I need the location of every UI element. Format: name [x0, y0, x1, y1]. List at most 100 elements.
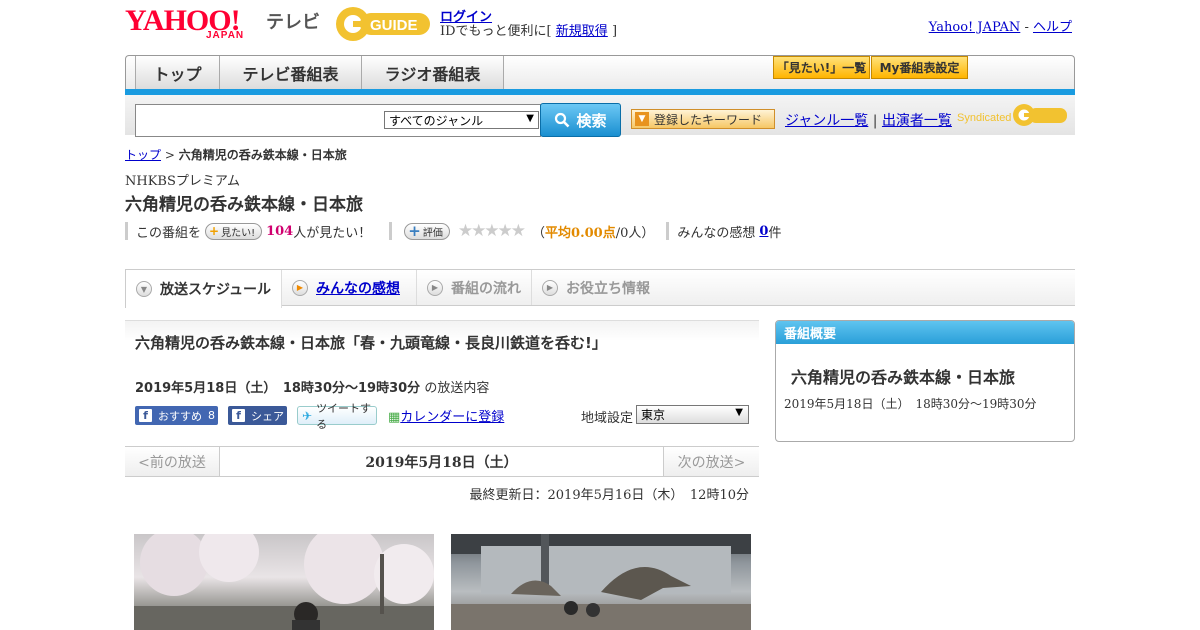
nav-tab-radio-schedule[interactable]: ラジオ番組表 [362, 56, 504, 89]
facebook-share-button[interactable]: f シェア [228, 406, 287, 425]
tweet-label: ツイートする [316, 401, 372, 431]
divider [389, 222, 393, 240]
tv-label[interactable]: テレビ [266, 8, 320, 34]
search-button[interactable]: 検索 [540, 103, 621, 137]
episode-date-time: 2019年5月18日（土） 18時30分～19時30分 [135, 381, 421, 396]
plus-icon: + [209, 224, 220, 238]
rate-label: 評価 [422, 227, 443, 239]
search-button-label: 検索 [576, 111, 607, 130]
impressions-count-link[interactable]: 0 [759, 224, 768, 239]
facebook-icon: f [139, 409, 152, 422]
tab-label: みんなの感想 [316, 280, 400, 297]
registered-keywords-button[interactable]: ▼ 登録したキーワード [631, 109, 775, 129]
want-to-watch-label: 見たい! [221, 227, 256, 239]
program-info-row: この番組を + 見たい! 104 人が見たい！ + 評価 ★★★★★ （ 平均0… [125, 221, 781, 241]
add-to-calendar-label: カレンダーに登録 [400, 410, 505, 425]
program-overview-heading: 番組概要 [776, 321, 1074, 344]
facebook-recommend-count: 8 [208, 409, 215, 422]
chevron-right-icon: ▶ [292, 279, 308, 296]
nav-tab-tv-schedule[interactable]: テレビ番組表 [220, 56, 362, 89]
program-overview-date: 2019年5月18日（土） 18時30分～19時30分 [784, 397, 1037, 411]
gguide-logo-text: GUIDE [370, 17, 418, 34]
region-label: 地域設定 [581, 411, 634, 426]
add-to-calendar-link[interactable]: ▦カレンダーに登録 [388, 406, 504, 425]
rating-stars: ★★★★★ [457, 221, 526, 241]
login-note-suffix: ] [611, 24, 618, 39]
impressions-suffix: 件 [768, 225, 782, 241]
my-schedule-button[interactable]: My番組表設定 [871, 56, 968, 79]
yahoo-japan-link[interactable]: Yahoo! JAPAN [929, 20, 1021, 35]
search-icon [555, 112, 570, 128]
breadcrumb: トップ > 六角精児の呑み鉄本線・日本旅 [125, 146, 347, 163]
program-overview-title: 六角精児の呑み鉄本線・日本旅 [791, 368, 1016, 387]
want-count-suffix: 人が見たい！ [293, 225, 372, 241]
tab-label: 番組の流れ [451, 280, 521, 297]
strip-links: ジャンル一覧 | 出演者一覧 [785, 110, 952, 130]
broadcast-date: 2019年5月18日（土） [220, 447, 663, 476]
registered-keywords-label: 登録したキーワード [654, 112, 763, 127]
login-note: IDでもっと便利に[ 新規取得 ] [440, 20, 617, 39]
tab-label: 放送スケジュール [160, 282, 272, 298]
tweet-button[interactable]: ✈ ツイートする [297, 402, 377, 431]
want-to-watch-button[interactable]: + 見たい! [205, 222, 263, 240]
signup-link[interactable]: 新規取得 [556, 24, 608, 39]
gguide-logo[interactable]: GUIDE [334, 5, 434, 43]
episode-date: 2019年5月18日（土） 18時30分～19時30分 の放送内容 [135, 377, 489, 396]
rate-button[interactable]: + 評価 [404, 222, 450, 240]
top-links: Yahoo! JAPAN - ヘルプ [929, 16, 1072, 35]
rating-open: （ [532, 225, 546, 241]
facebook-recommend-label: おすすめ [158, 409, 202, 423]
facebook-share-label: シェア [251, 409, 284, 423]
genre-select-value: すべてのジャンル [389, 113, 484, 128]
impressions-label: みんなの感想 [677, 225, 756, 241]
twitter-bird-icon: ✈ [302, 408, 313, 423]
facebook-recommend-button[interactable]: f おすすめ 8 [135, 406, 218, 425]
genre-list-link[interactable]: ジャンル一覧 [785, 113, 868, 129]
plus-icon: + [408, 222, 421, 240]
tab-broadcast-schedule[interactable]: ▼ 放送スケジュール [125, 270, 282, 308]
login-note-prefix: IDでもっと便利に[ [440, 24, 552, 39]
rating-average: 平均0.00点 [545, 225, 616, 241]
tab-useful-info[interactable]: ▶ お役立ち情報 [532, 270, 667, 305]
chevron-down-icon: ▼ [136, 281, 152, 297]
syndicated-label: Syndicated [957, 112, 1012, 124]
dropdown-arrow-icon: ▼ [635, 112, 649, 126]
region-select[interactable]: 東京 ▼ [636, 405, 749, 424]
strip-links-sep: | [872, 113, 878, 129]
performers-link[interactable]: 出演者一覧 [882, 113, 952, 129]
chevron-down-icon: ▼ [526, 113, 534, 124]
chevron-down-icon: ▼ [735, 407, 743, 418]
tab-program-flow[interactable]: ▶ 番組の流れ [417, 270, 532, 305]
chevron-right-icon: ▶ [542, 279, 558, 296]
breadcrumb-sep: > [164, 148, 175, 162]
next-broadcast-button[interactable]: 次の放送> [663, 447, 759, 476]
episode-title: 六角精児の呑み鉄本線・日本旅「春・九頭竜線・長良川鉄道を呑む!」 [135, 334, 607, 352]
this-program-label: この番組を [136, 225, 202, 241]
page-title: 六角精児の呑み鉄本線・日本旅 [125, 195, 363, 215]
facebook-icon: f [232, 409, 245, 422]
region-select-value: 東京 [641, 408, 666, 422]
breadcrumb-current: 六角精児の呑み鉄本線・日本旅 [178, 148, 347, 162]
top-links-sep: - [1024, 20, 1029, 35]
divider [125, 222, 128, 240]
genre-select[interactable]: すべてのジャンル ▼ [384, 111, 539, 129]
episode-photo-dinosaur-museum [451, 534, 751, 630]
last-updated: 最終更新日：2019年5月16日（木） 12時10分 [469, 488, 749, 503]
episode-photo-cherry-blossoms [134, 534, 434, 630]
chevron-right-icon: ▶ [427, 279, 443, 296]
nav-tab-top[interactable]: トップ [135, 56, 220, 89]
channel-name: NHKBSプレミアム [125, 174, 240, 189]
breadcrumb-top-link[interactable]: トップ [125, 148, 161, 162]
tab-everyones-impressions[interactable]: ▶ みんなの感想 [282, 270, 417, 305]
gguide-small-logo [1012, 103, 1068, 127]
want-count: 104 [266, 223, 294, 239]
episode-date-suffix: の放送内容 [424, 381, 490, 396]
help-link[interactable]: ヘルプ [1033, 20, 1072, 35]
divider [666, 222, 670, 240]
rating-people: /0人） [615, 225, 655, 241]
calendar-icon: ▦ [388, 410, 401, 425]
previous-broadcast-button[interactable]: <前の放送 [125, 447, 220, 476]
yahoo-japan-logo-text: JAPAN [206, 30, 245, 41]
tab-label: お役立ち情報 [566, 280, 650, 297]
want-list-button[interactable]: 「見たい!」一覧 [773, 56, 870, 79]
